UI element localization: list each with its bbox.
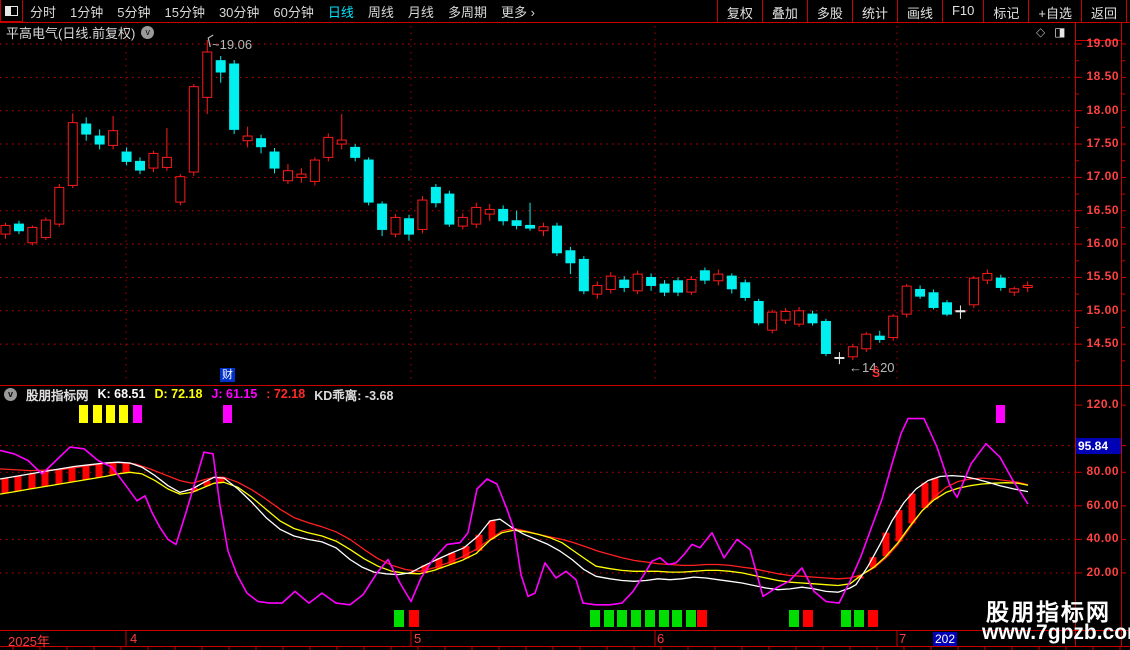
page-title: 平高电气(日线.前复权) <box>6 25 136 41</box>
indicator-value: : 72.18 <box>266 387 306 401</box>
collapse-icon[interactable]: v <box>4 387 17 401</box>
tool-item-+自选[interactable]: +自选 <box>1028 0 1081 22</box>
split-square-icon <box>5 5 18 16</box>
price-axis-label: 16.00 <box>1086 236 1119 251</box>
period-item-月线[interactable]: 月线 <box>408 2 434 21</box>
tool-item-统计[interactable]: 统计 <box>851 0 897 22</box>
chart-title-row: 平高电气(日线.前复权) v <box>6 24 155 41</box>
sell-signal-marker: Ŝ <box>872 366 881 380</box>
tool-item-F10[interactable]: F10 <box>941 0 983 22</box>
indicator-header: v 股朋指标网 K: 68.51 D: 72.18 J: 61.15 : 72.18 KD… <box>4 387 394 403</box>
top-toolbar: 分时 1分钟 5分钟 15分钟 30分钟 60分钟 日线 周线 月线 多周期 更多 › 复权 叠加 多股… <box>0 0 1130 23</box>
app-window: 分时 1分钟 5分钟 15分钟 30分钟 60分钟 日线 周线 月线 多周期 更多 › 复权 叠加 多股… <box>0 0 1130 650</box>
period-menu: 分时 1分钟 5分钟 15分钟 30分钟 60分钟 日线 周线 月线 多周期 更多 › <box>30 0 535 22</box>
period-item-15分钟[interactable]: 15分钟 <box>164 2 204 21</box>
timeline-year-label: 2025年 <box>8 634 50 649</box>
period-item-多周期[interactable]: 多周期 <box>448 2 487 21</box>
indicator-axis-label: 20.00 <box>1086 564 1119 579</box>
watermark-url: www.7gpzb.com <box>982 621 1130 644</box>
layout-icon[interactable]: ◨ <box>1054 25 1065 39</box>
timeline-month-label: 4 <box>130 631 138 646</box>
period-item-60分钟[interactable]: 60分钟 <box>273 2 313 21</box>
window-split-button[interactable] <box>0 0 23 22</box>
timeline-month-label: 6 <box>657 631 665 646</box>
tool-item-标记[interactable]: 标记 <box>983 0 1028 22</box>
price-axis-label: 19.00 <box>1086 36 1119 50</box>
price-axis-label: 17.00 <box>1086 169 1119 184</box>
period-item-更多 ›[interactable]: 更多 › <box>501 2 535 21</box>
tool-item-画线[interactable]: 画线 <box>896 0 942 22</box>
indicator-value: D: 72.18 <box>154 387 203 401</box>
indicator-value: KD乖离: -3.68 <box>314 388 394 403</box>
chart-graphics <box>0 23 1130 650</box>
price-axis-label: 17.50 <box>1086 136 1119 151</box>
indicator-axis-label: 40.00 <box>1086 531 1119 546</box>
tool-item-多股[interactable]: 多股 <box>806 0 852 22</box>
tool-item-复权[interactable]: 复权 <box>716 0 762 22</box>
timeline-month-label: 7 <box>899 631 907 646</box>
indicator-axis-label: 80.00 <box>1086 464 1119 479</box>
indicator-value: 股朋指标网 <box>26 388 89 403</box>
price-axis-label: 18.50 <box>1086 69 1119 84</box>
indicator-value: J: 61.15 <box>211 387 258 401</box>
indicator-value: K: 68.51 <box>97 387 146 401</box>
period-item-周线[interactable]: 周线 <box>368 2 394 21</box>
tool-item-叠加[interactable]: 叠加 <box>761 0 807 22</box>
financial-report-marker[interactable]: 财 <box>220 368 235 382</box>
price-axis-label: 15.50 <box>1086 269 1119 284</box>
high-price-annotation: ~19.06 <box>212 37 253 52</box>
chevron-down-icon[interactable]: v <box>141 25 155 39</box>
period-item-30分钟[interactable]: 30分钟 <box>219 2 259 21</box>
indicator-axis-highlight: 95.84 <box>1076 437 1121 454</box>
period-item-分时[interactable]: 分时 <box>30 2 56 21</box>
corner-icons: ◇ ◨ <box>1036 25 1066 39</box>
timeline-month-label: 5 <box>414 631 422 646</box>
price-axis-label: 18.00 <box>1086 102 1119 117</box>
tools-menu: 复权 叠加 多股 统计 画线 F10 标记 +自选 返回 <box>716 0 1127 22</box>
price-axis-label: 16.50 <box>1086 202 1119 217</box>
price-axis-label: 15.00 <box>1086 302 1119 317</box>
diamond-icon[interactable]: ◇ <box>1036 25 1045 39</box>
tool-item-返回[interactable]: 返回 <box>1080 0 1127 22</box>
indicator-axis-label: 120.0 <box>1086 397 1119 412</box>
price-axis-label: 14.50 <box>1086 336 1119 351</box>
timeline-highlight: 202 <box>933 632 958 646</box>
period-item-1分钟[interactable]: 1分钟 <box>70 2 103 21</box>
period-item-日线[interactable]: 日线 <box>328 2 354 21</box>
period-item-5分钟[interactable]: 5分钟 <box>117 2 150 21</box>
indicator-axis-label: 60.00 <box>1086 497 1119 512</box>
